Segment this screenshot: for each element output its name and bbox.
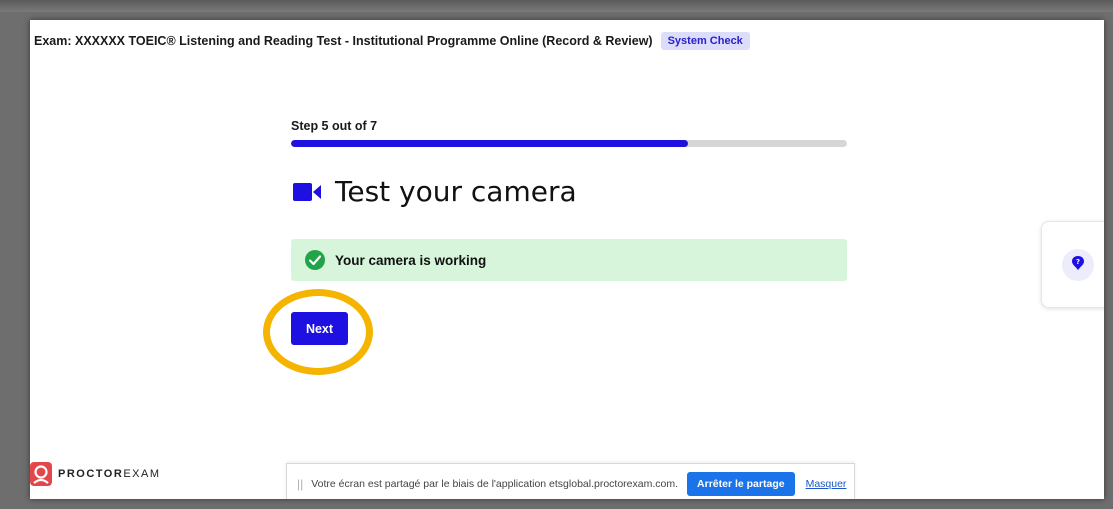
exam-header: Exam: XXXXXX TOEIC® Listening and Readin… bbox=[34, 32, 750, 50]
proctorexam-logo: PROCTOREXAM bbox=[30, 462, 161, 486]
question-icon: ? bbox=[1072, 255, 1084, 275]
help-panel: ? bbox=[1041, 221, 1104, 308]
success-banner: Your camera is working bbox=[291, 239, 847, 281]
window-frame bbox=[0, 0, 1113, 12]
success-message: Your camera is working bbox=[335, 252, 487, 268]
share-message: Votre écran est partagé par le biais de … bbox=[311, 478, 679, 490]
step-indicator: Step 5 out of 7 bbox=[291, 119, 378, 133]
next-button[interactable]: Next bbox=[291, 312, 348, 345]
progress-bar bbox=[291, 140, 847, 147]
hide-link[interactable]: Masquer bbox=[806, 478, 847, 490]
progress-fill bbox=[291, 140, 688, 147]
video-camera-icon bbox=[293, 181, 321, 203]
check-circle-icon bbox=[305, 250, 325, 270]
drag-handle-icon[interactable]: || bbox=[297, 477, 303, 491]
screen-share-bar: || Votre écran est partagé par le biais … bbox=[286, 463, 855, 499]
proctorexam-logo-icon bbox=[30, 462, 52, 486]
svg-text:?: ? bbox=[1076, 258, 1080, 266]
stop-sharing-button[interactable]: Arrêter le partage bbox=[687, 472, 795, 496]
exam-page: Exam: XXXXXX TOEIC® Listening and Readin… bbox=[30, 20, 1104, 499]
exam-title: Exam: XXXXXX TOEIC® Listening and Readin… bbox=[34, 34, 653, 48]
help-button[interactable]: ? bbox=[1062, 249, 1094, 281]
page-title: Test your camera bbox=[335, 175, 577, 208]
title-row: Test your camera bbox=[293, 175, 577, 208]
system-check-badge: System Check bbox=[660, 32, 750, 50]
logo-text: PROCTOREXAM bbox=[58, 468, 161, 480]
